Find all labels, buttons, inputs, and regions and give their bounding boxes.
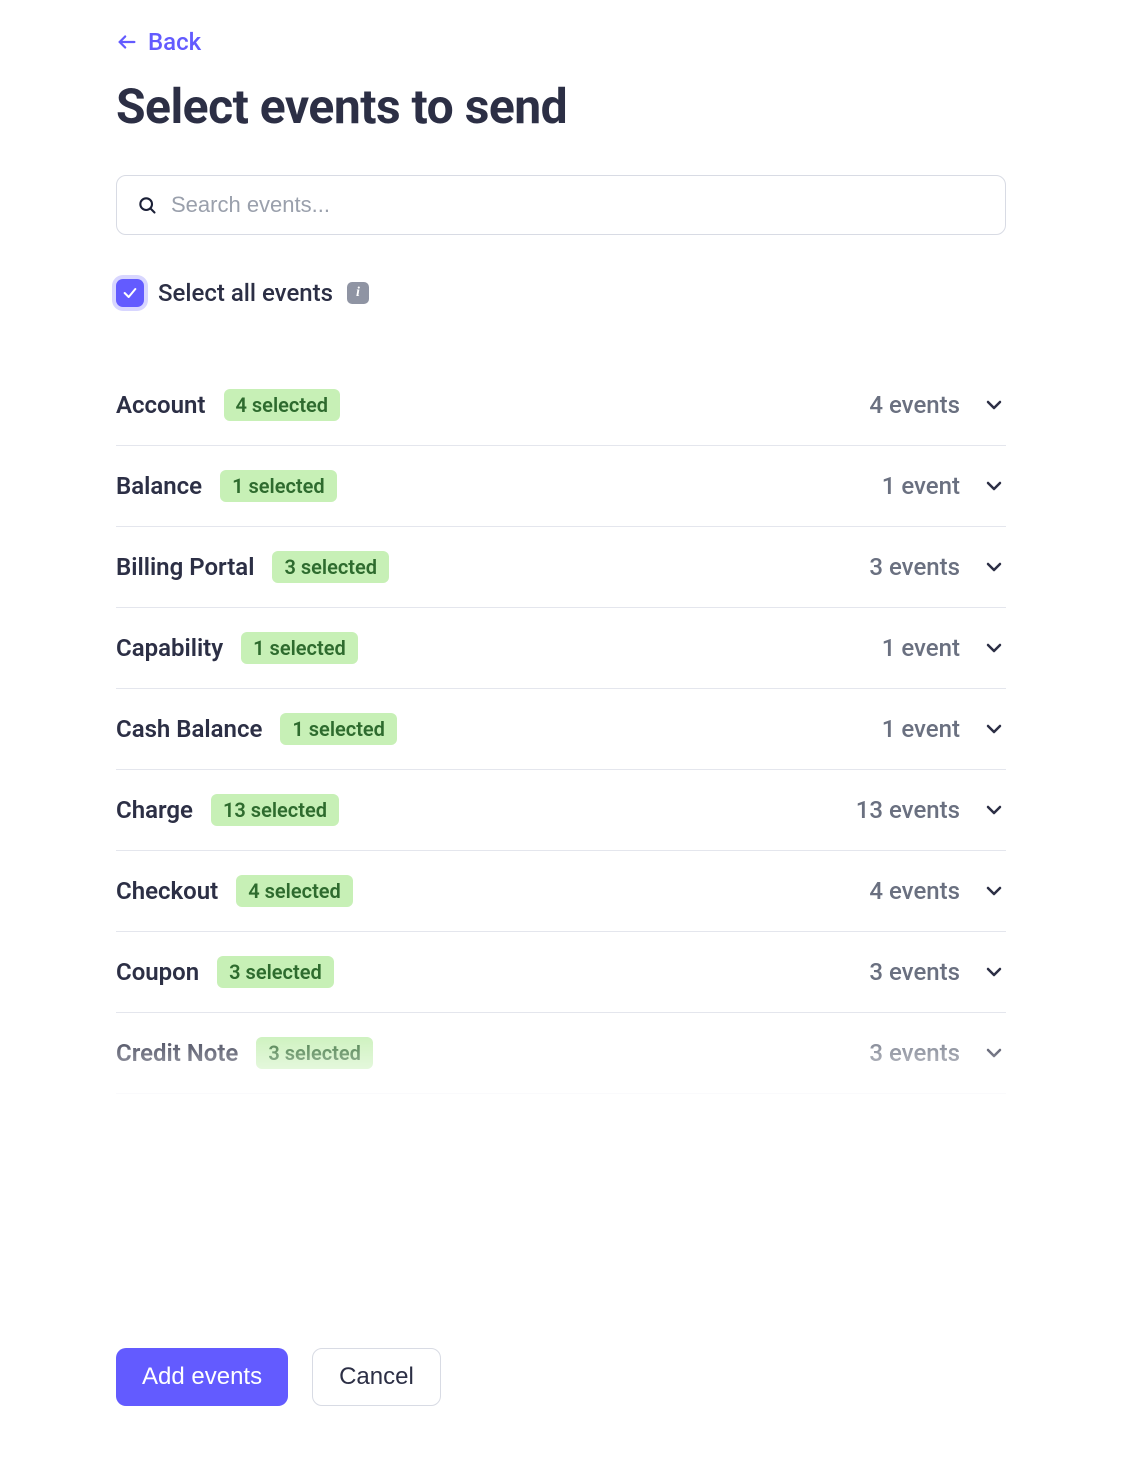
event-category-name: Credit Note <box>116 1039 238 1067</box>
event-count-label: 21 events <box>856 1120 960 1145</box>
add-events-button[interactable]: Add events <box>116 1348 288 1406</box>
search-icon <box>137 195 157 215</box>
event-category-row[interactable]: Capability 1 selected 1 event <box>116 608 1006 689</box>
event-category-row[interactable]: Billing Portal 3 selected 3 events <box>116 527 1006 608</box>
selected-count-badge: 1 selected <box>241 632 358 664</box>
event-count-label: 1 event <box>882 634 960 662</box>
selected-count-badge: 21 selected <box>239 1118 367 1145</box>
event-category-name: Checkout <box>116 877 218 905</box>
chevron-down-icon <box>982 1041 1006 1065</box>
selected-count-badge: 3 selected <box>217 956 334 988</box>
selected-count-badge: 3 selected <box>256 1037 373 1069</box>
event-category-row[interactable]: Balance 1 selected 1 event <box>116 446 1006 527</box>
event-category-row[interactable]: Credit Note 3 selected 3 events <box>116 1013 1006 1094</box>
selected-count-badge: 1 selected <box>220 470 337 502</box>
event-count-label: 13 events <box>856 796 960 824</box>
check-icon <box>122 285 138 301</box>
back-label: Back <box>148 28 201 56</box>
selected-count-badge: 13 selected <box>211 794 339 826</box>
event-category-name: Customer <box>116 1120 221 1145</box>
event-category-row[interactable]: Coupon 3 selected 3 events <box>116 932 1006 1013</box>
event-category-name: Charge <box>116 796 193 824</box>
chevron-down-icon <box>982 879 1006 903</box>
arrow-left-icon <box>116 31 138 53</box>
event-category-row[interactable]: Customer 21 selected 21 events <box>116 1094 1006 1145</box>
event-category-row[interactable]: Account 4 selected 4 events <box>116 365 1006 446</box>
chevron-down-icon <box>982 798 1006 822</box>
event-category-row[interactable]: Cash Balance 1 selected 1 event <box>116 689 1006 770</box>
event-category-name: Cash Balance <box>116 715 262 743</box>
event-count-label: 4 events <box>869 391 960 419</box>
page-title: Select events to send <box>116 78 1006 135</box>
event-category-name: Account <box>116 391 206 419</box>
chevron-down-icon <box>982 393 1006 417</box>
event-count-label: 4 events <box>869 877 960 905</box>
chevron-down-icon <box>982 555 1006 579</box>
event-category-name: Billing Portal <box>116 553 254 581</box>
event-count-label: 1 event <box>882 472 960 500</box>
event-category-name: Coupon <box>116 958 199 986</box>
search-field[interactable] <box>116 175 1006 235</box>
chevron-down-icon <box>982 474 1006 498</box>
selected-count-badge: 1 selected <box>280 713 397 745</box>
event-category-row[interactable]: Charge 13 selected 13 events <box>116 770 1006 851</box>
selected-count-badge: 3 selected <box>272 551 389 583</box>
chevron-down-icon <box>982 1122 1006 1145</box>
selected-count-badge: 4 selected <box>224 389 341 421</box>
chevron-down-icon <box>982 717 1006 741</box>
chevron-down-icon <box>982 636 1006 660</box>
search-input[interactable] <box>171 192 985 218</box>
chevron-down-icon <box>982 960 1006 984</box>
selected-count-badge: 4 selected <box>236 875 353 907</box>
event-category-row[interactable]: Checkout 4 selected 4 events <box>116 851 1006 932</box>
event-count-label: 3 events <box>869 958 960 986</box>
event-count-label: 3 events <box>869 553 960 581</box>
back-link[interactable]: Back <box>116 28 201 56</box>
event-count-label: 1 event <box>882 715 960 743</box>
select-all-label: Select all events <box>158 279 333 307</box>
select-all-checkbox[interactable] <box>116 279 144 307</box>
cancel-button[interactable]: Cancel <box>312 1348 441 1406</box>
event-count-label: 3 events <box>869 1039 960 1067</box>
info-icon[interactable]: i <box>347 282 369 304</box>
event-category-name: Balance <box>116 472 202 500</box>
event-category-name: Capability <box>116 634 223 662</box>
event-category-list: Account 4 selected 4 events Balance 1 select… <box>116 365 1006 1145</box>
